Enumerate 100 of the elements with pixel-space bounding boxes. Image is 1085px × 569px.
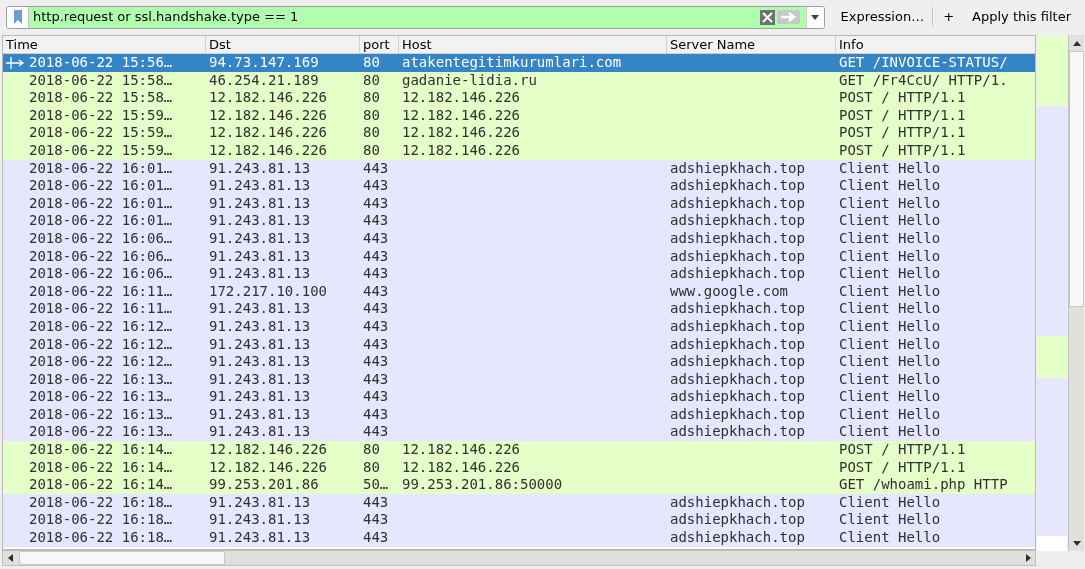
dropdown-caret-icon[interactable] <box>811 14 820 20</box>
table-cell: 443 <box>363 529 389 547</box>
table-cell: 99.253.201.86:50000 <box>402 476 563 494</box>
table-cell: Client Hello <box>839 194 941 213</box>
filter-field[interactable]: http.request or ssl.handshake.type == 1 <box>6 5 825 29</box>
table-cell: 91.243.81.13 <box>209 353 311 371</box>
table-cell: 443 <box>363 212 389 230</box>
table-cell: adshiepkhach.top <box>670 300 805 318</box>
table-cell: 443 <box>363 511 389 530</box>
packet-row[interactable]: 2018-06-22 16:11… 91.243.81.13 443 adshiepkhach.top Client Hello <box>3 300 1035 318</box>
table-cell: 2018-06-22 16:13… <box>29 388 173 406</box>
packet-row[interactable]: 2018-06-22 16:01… 91.243.81.13 443 adshiepkhach.top Client Hello <box>3 212 1035 230</box>
column-header[interactable]: port <box>360 36 399 53</box>
table-cell: adshiepkhach.top <box>670 529 805 547</box>
table-cell: 2018-06-22 16:18… <box>29 511 173 530</box>
table-cell: 2018-06-22 16:11… <box>29 300 173 318</box>
table-cell: 91.243.81.13 <box>209 493 311 512</box>
packet-row[interactable]: 2018-06-22 16:13… 91.243.81.13 443 adshiepkhach.top Client Hello <box>3 423 1035 442</box>
vertical-scrollbar[interactable] <box>1068 35 1084 551</box>
table-cell: 80 <box>363 89 380 107</box>
table-cell: 12.182.146.226 <box>402 441 520 459</box>
table-cell: Client Hello <box>839 353 941 371</box>
table-cell: adshiepkhach.top <box>670 194 805 213</box>
table-cell: Client Hello <box>839 423 941 442</box>
packet-row[interactable]: 2018-06-22 16:01… 91.243.81.13 443 adshiepkhach.top Client Hello <box>3 177 1035 195</box>
table-cell: 2018-06-22 16:13… <box>29 423 173 442</box>
table-cell: adshiepkhach.top <box>670 177 805 195</box>
add-filter-button[interactable]: + <box>932 7 965 27</box>
table-cell: 12.182.146.226 <box>209 458 327 477</box>
packet-row[interactable]: 2018-06-22 16:14… 12.182.146.226 80 12.182.146.226 POST / HTTP/1.1 <box>3 441 1035 459</box>
table-cell: 2018-06-22 16:12… <box>29 317 173 336</box>
bookmark-icon[interactable] <box>13 10 22 24</box>
table-cell: 443 <box>363 370 389 389</box>
packet-row[interactable]: 2018-06-22 15:58… 12.182.146.226 80 12.182.146.226 POST / HTTP/1.1 <box>3 89 1035 107</box>
table-cell: POST / HTTP/1.1 <box>839 458 966 477</box>
table-cell: adshiepkhach.top <box>670 370 805 389</box>
column-header[interactable]: Info <box>836 36 1035 53</box>
table-cell: Client Hello <box>839 300 941 318</box>
table-cell: 2018-06-22 16:01… <box>29 212 173 230</box>
packet-row[interactable]: 2018-06-22 15:56… 94.73.147.169 80 atakentegitimkurumlari.com GET /INVOICE-STATUS/ <box>3 54 1035 72</box>
packet-row[interactable]: 2018-06-22 15:59… 12.182.146.226 80 12.182.146.226 POST / HTTP/1.1 <box>3 124 1035 142</box>
table-cell: 12.182.146.226 <box>402 124 520 142</box>
table-cell: 2018-06-22 16:06… <box>29 247 173 266</box>
scroll-down-icon[interactable] <box>1072 540 1081 546</box>
table-cell: 443 <box>363 229 389 248</box>
table-cell: Client Hello <box>839 265 941 283</box>
table-cell: 2018-06-22 16:18… <box>29 493 173 512</box>
table-cell: 91.243.81.13 <box>209 229 311 248</box>
table-cell: 94.73.147.169 <box>209 54 319 72</box>
expression-button[interactable]: Expression… <box>832 7 933 27</box>
packet-row[interactable]: 2018-06-22 16:18… 91.243.81.13 443 adshiepkhach.top Client Hello <box>3 511 1035 530</box>
column-header[interactable]: Server Name <box>667 36 836 53</box>
table-cell: 91.243.81.13 <box>209 317 311 336</box>
table-cell: Client Hello <box>839 159 941 178</box>
table-cell: 12.182.146.226 <box>209 89 327 107</box>
table-cell: 91.243.81.13 <box>209 405 311 424</box>
table-cell: 80 <box>363 54 380 72</box>
table-cell: 80 <box>363 458 380 477</box>
packet-row[interactable]: 2018-06-22 16:18… 91.243.81.13 443 adshiepkhach.top Client Hello <box>3 529 1035 547</box>
packet-row[interactable]: 2018-06-22 16:06… 91.243.81.13 443 adshiepkhach.top Client Hello <box>3 265 1035 283</box>
table-cell: 2018-06-22 16:14… <box>29 476 173 494</box>
table-cell: 2018-06-22 16:06… <box>29 265 173 283</box>
horizontal-scrollbar[interactable] <box>2 550 1036 566</box>
table-cell: 12.182.146.226 <box>402 141 520 160</box>
table-cell: Client Hello <box>839 229 941 248</box>
scroll-right-icon[interactable] <box>1025 554 1031 562</box>
table-cell: 2018-06-22 15:56… <box>29 54 173 72</box>
table-cell: adshiepkhach.top <box>670 212 805 230</box>
column-header[interactable]: Dst <box>206 36 360 53</box>
column-header[interactable]: Host <box>399 36 667 53</box>
table-cell: GET /whoami.php HTTP <box>839 476 1008 494</box>
table-cell: 443 <box>363 247 389 266</box>
table-cell: 2018-06-22 16:11… <box>29 282 173 301</box>
table-cell: 2018-06-22 15:59… <box>29 124 173 142</box>
table-cell: adshiepkhach.top <box>670 317 805 336</box>
table-cell: 46.254.21.189 <box>209 71 319 90</box>
table-cell: adshiepkhach.top <box>670 229 805 248</box>
table-cell: atakentegitimkurumlari.com <box>402 54 622 72</box>
filter-input[interactable]: http.request or ssl.handshake.type == 1 <box>29 7 760 27</box>
table-cell: 12.182.146.226 <box>402 106 520 125</box>
table-cell: 443 <box>363 493 389 512</box>
table-cell: 91.243.81.13 <box>209 370 311 389</box>
table-cell: Client Hello <box>839 335 941 354</box>
table-cell: 443 <box>363 159 389 178</box>
table-cell: Client Hello <box>839 388 941 406</box>
packet-row[interactable]: 2018-06-22 16:13… 91.243.81.13 443 adshiepkhach.top Client Hello <box>3 388 1035 406</box>
apply-filter-button[interactable]: Apply this filter <box>964 7 1079 27</box>
table-cell: adshiepkhach.top <box>670 353 805 371</box>
scrollbar-thumb[interactable] <box>1069 51 1084 307</box>
table-cell: 443 <box>363 300 389 318</box>
table-cell: 91.243.81.13 <box>209 388 311 406</box>
scrollbar-thumb[interactable] <box>19 551 225 565</box>
table-cell: 80 <box>363 106 380 125</box>
column-header[interactable]: Time <box>3 36 206 53</box>
scroll-left-icon[interactable] <box>7 554 13 562</box>
clear-icon[interactable] <box>759 9 775 25</box>
scroll-up-icon[interactable] <box>1072 40 1081 46</box>
table-cell: 2018-06-22 16:01… <box>29 159 173 178</box>
packet-row[interactable]: 2018-06-22 16:14… 99.253.201.86 50… 99.253.201.86:50000 GET /whoami.php HTTP <box>3 476 1035 494</box>
packet-row[interactable]: 2018-06-22 16:12… 91.243.81.13 443 adshiepkhach.top Client Hello <box>3 353 1035 371</box>
